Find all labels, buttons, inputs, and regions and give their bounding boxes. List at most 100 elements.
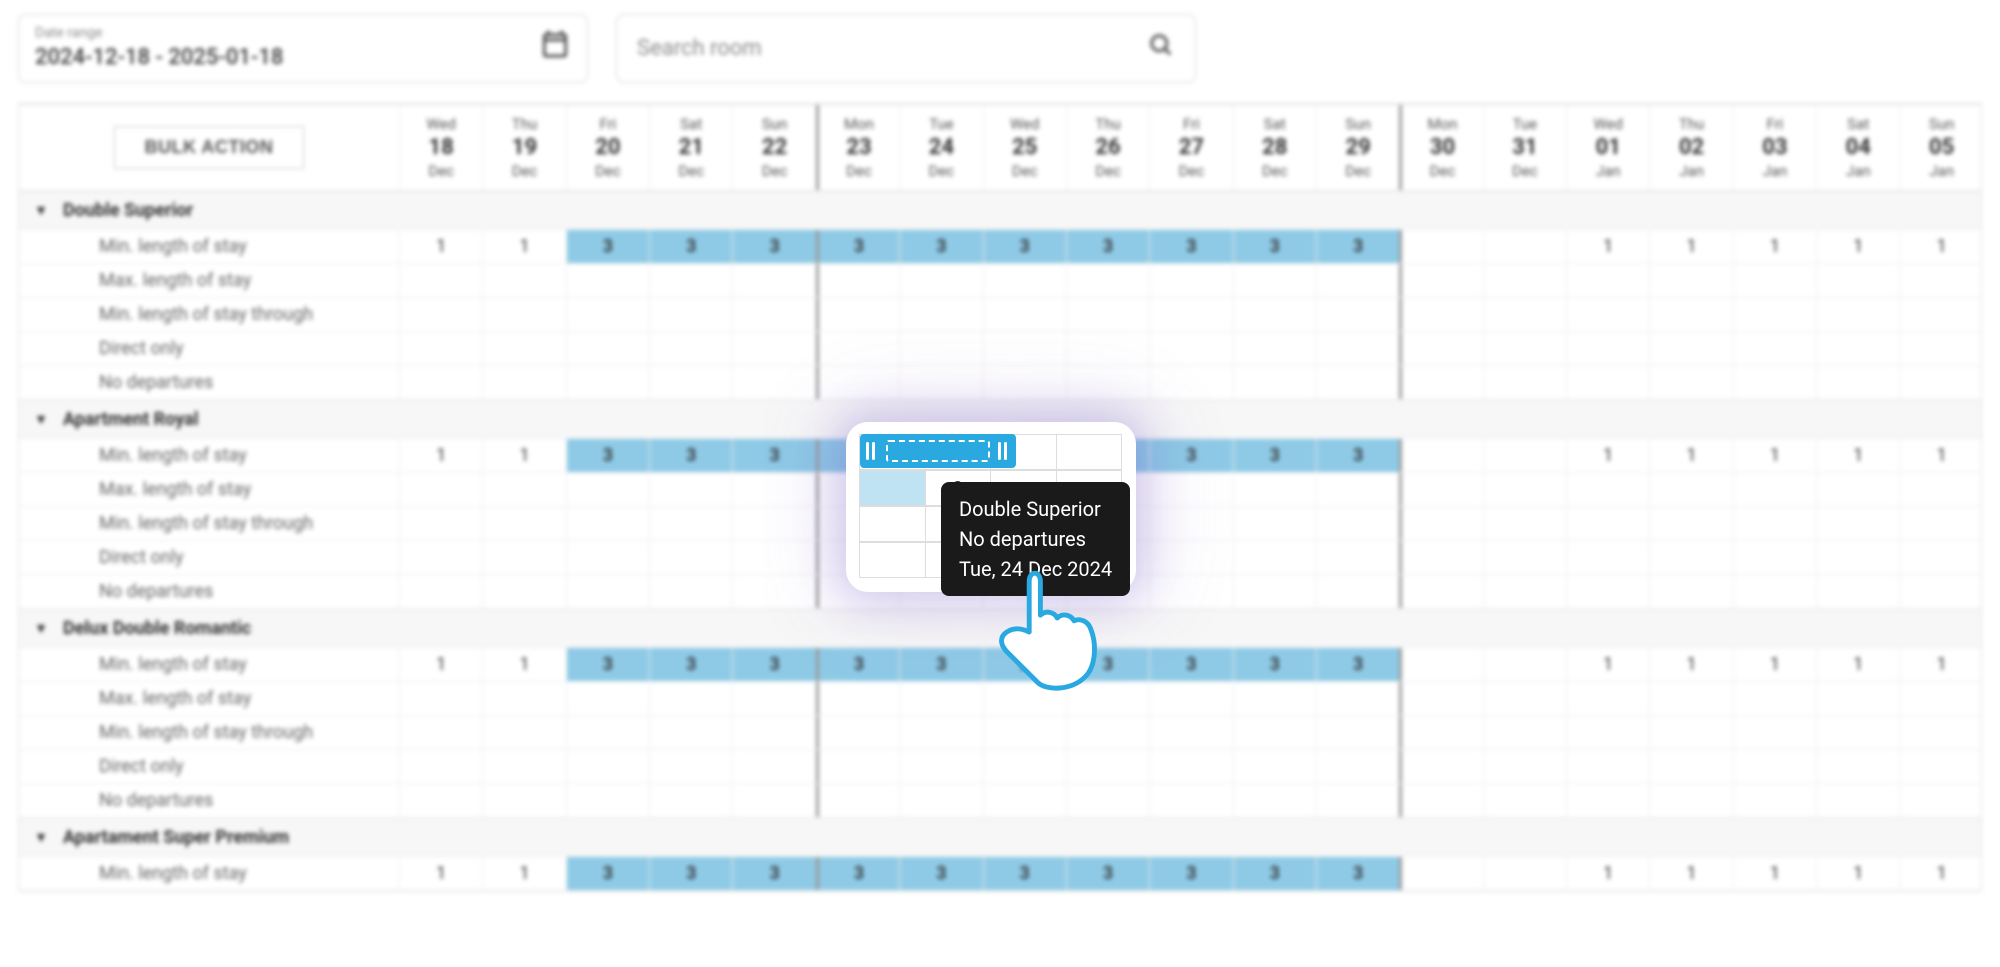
grid-cell[interactable] — [399, 784, 482, 817]
grid-cell[interactable] — [399, 716, 482, 749]
grid-cell[interactable] — [1483, 682, 1566, 715]
grid-cell[interactable] — [1566, 507, 1649, 540]
grid-cell[interactable]: 1 — [399, 439, 482, 472]
slider-grip-right-icon[interactable] — [998, 442, 1010, 460]
grid-cell[interactable] — [1399, 507, 1482, 540]
date-column[interactable]: Thu26Dec — [1066, 105, 1149, 190]
grid-cell[interactable] — [899, 298, 982, 331]
grid-cell[interactable]: 3 — [816, 648, 899, 681]
grid-cell[interactable] — [1816, 750, 1899, 783]
grid-cell[interactable] — [1483, 784, 1566, 817]
grid-cell[interactable] — [1899, 682, 1982, 715]
grid-cell[interactable] — [1233, 682, 1316, 715]
grid-cell[interactable]: 1 — [1899, 230, 1982, 263]
grid-cell[interactable] — [1066, 784, 1149, 817]
grid-cell[interactable] — [732, 541, 815, 574]
grid-cell[interactable] — [1316, 750, 1399, 783]
grid-cell[interactable] — [1483, 575, 1566, 608]
grid-cell[interactable] — [816, 366, 899, 399]
grid-cell[interactable] — [1483, 507, 1566, 540]
grid-cell[interactable]: 3 — [816, 230, 899, 263]
date-column[interactable]: Sun05Jan — [1899, 105, 1982, 190]
grid-cell[interactable] — [1149, 473, 1232, 506]
grid-cell[interactable] — [983, 332, 1066, 365]
grid-cell[interactable] — [1649, 716, 1732, 749]
grid-cell[interactable] — [816, 332, 899, 365]
collapse-caret-icon[interactable]: ▼ — [19, 620, 63, 637]
grid-cell[interactable] — [1316, 366, 1399, 399]
grid-cell[interactable]: 1 — [399, 230, 482, 263]
grid-cell[interactable] — [1399, 332, 1482, 365]
grid-cell[interactable] — [732, 507, 815, 540]
grid-cell[interactable] — [566, 507, 649, 540]
grid-cell[interactable] — [1649, 784, 1732, 817]
grid-cell[interactable] — [482, 541, 565, 574]
grid-cell[interactable] — [649, 473, 732, 506]
grid-cell[interactable]: 1 — [1649, 439, 1732, 472]
grid-cell[interactable] — [649, 332, 732, 365]
grid-cell[interactable]: 3 — [649, 230, 732, 263]
grid-cell[interactable] — [1733, 332, 1816, 365]
date-column[interactable]: Wed01Jan — [1566, 105, 1649, 190]
grid-cell[interactable]: 1 — [1816, 648, 1899, 681]
range-slider[interactable] — [860, 434, 1016, 468]
grid-cell[interactable] — [1233, 541, 1316, 574]
grid-cell[interactable] — [816, 716, 899, 749]
grid-cell[interactable] — [1483, 716, 1566, 749]
grid-cell[interactable] — [649, 507, 732, 540]
collapse-caret-icon[interactable]: ▼ — [19, 202, 63, 219]
grid-cell[interactable] — [1233, 784, 1316, 817]
grid-cell[interactable]: 3 — [1066, 230, 1149, 263]
grid-cell[interactable] — [1566, 716, 1649, 749]
grid-cell[interactable] — [983, 716, 1066, 749]
grid-cell[interactable]: 3 — [899, 648, 982, 681]
grid-cell[interactable] — [899, 264, 982, 297]
grid-cell[interactable] — [1233, 507, 1316, 540]
grid-cell[interactable] — [1899, 264, 1982, 297]
grid-cell[interactable] — [1899, 541, 1982, 574]
grid-cell[interactable] — [1733, 473, 1816, 506]
grid-cell[interactable] — [1399, 473, 1482, 506]
grid-cell[interactable] — [1483, 264, 1566, 297]
date-range-field[interactable]: Date range 2024-12-18 - 2025-01-18 — [18, 14, 588, 83]
grid-cell[interactable] — [1899, 507, 1982, 540]
grid-cell[interactable] — [399, 264, 482, 297]
grid-cell[interactable] — [649, 541, 732, 574]
grid-cell[interactable]: 3 — [566, 230, 649, 263]
date-column[interactable]: Tue31Dec — [1483, 105, 1566, 190]
grid-cell[interactable] — [1483, 439, 1566, 472]
grid-cell[interactable] — [399, 575, 482, 608]
grid-cell[interactable] — [1899, 750, 1982, 783]
grid-cell[interactable] — [1483, 648, 1566, 681]
grid-cell[interactable] — [566, 298, 649, 331]
grid-cell[interactable]: 3 — [816, 857, 899, 890]
grid-cell[interactable] — [399, 473, 482, 506]
grid-cell[interactable] — [1733, 298, 1816, 331]
grid-cell[interactable]: 1 — [1733, 439, 1816, 472]
grid-cell[interactable]: 1 — [1566, 439, 1649, 472]
grid-cell[interactable] — [1149, 507, 1232, 540]
grid-cell[interactable] — [1649, 541, 1732, 574]
grid-cell[interactable] — [983, 784, 1066, 817]
grid-cell[interactable]: 3 — [566, 648, 649, 681]
date-column[interactable]: Thu19Dec — [482, 105, 565, 190]
date-column[interactable]: Mon30Dec — [1399, 105, 1482, 190]
grid-cell[interactable] — [482, 507, 565, 540]
grid-cell[interactable] — [566, 366, 649, 399]
grid-cell[interactable] — [1816, 784, 1899, 817]
grid-cell[interactable] — [482, 264, 565, 297]
grid-cell[interactable] — [983, 750, 1066, 783]
grid-cell[interactable] — [482, 473, 565, 506]
grid-cell[interactable] — [1233, 750, 1316, 783]
grid-cell[interactable] — [1816, 366, 1899, 399]
grid-cell[interactable] — [899, 750, 982, 783]
grid-cell[interactable] — [1316, 575, 1399, 608]
collapse-caret-icon[interactable]: ▼ — [19, 411, 63, 428]
date-column[interactable]: Thu02Jan — [1649, 105, 1732, 190]
grid-cell[interactable] — [1149, 332, 1232, 365]
grid-cell[interactable] — [732, 366, 815, 399]
grid-cell[interactable]: 3 — [649, 648, 732, 681]
grid-cell[interactable] — [1816, 298, 1899, 331]
grid-cell[interactable] — [1566, 298, 1649, 331]
grid-cell[interactable]: 1 — [1733, 857, 1816, 890]
